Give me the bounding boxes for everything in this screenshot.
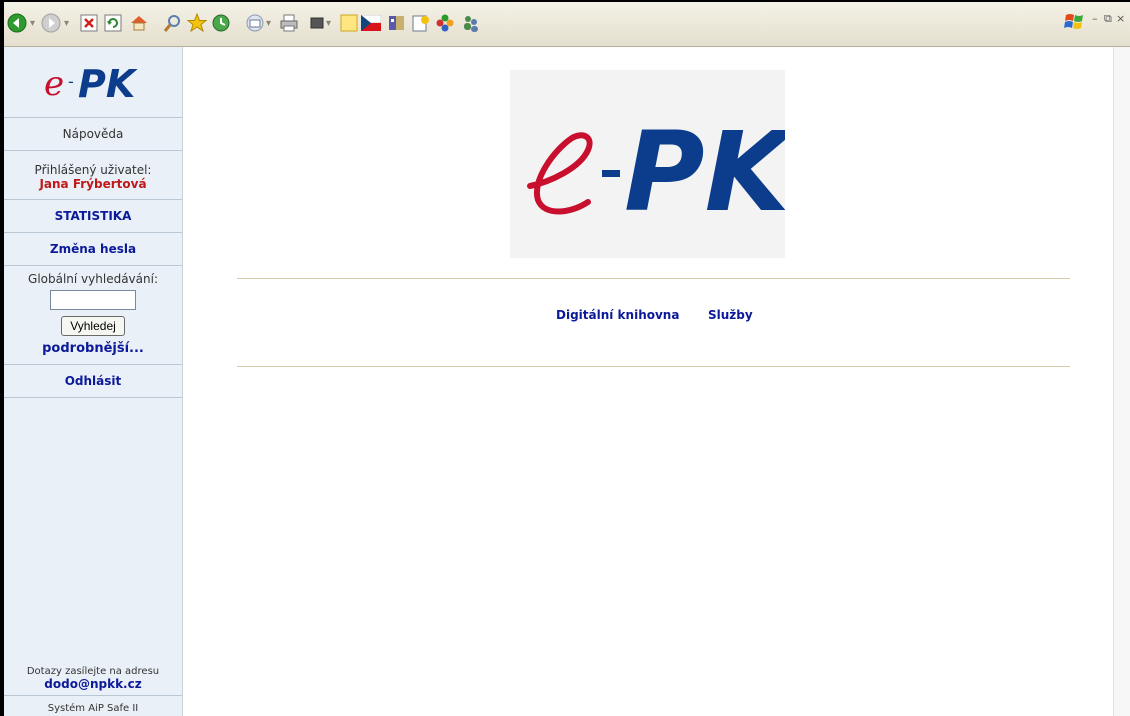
search-label: Globální vyhledávání: [28,272,158,286]
history-icon[interactable] [210,12,232,34]
user-label: Přihlášený uživatel: [34,163,152,177]
search-button[interactable]: Vyhledej [61,316,125,336]
svg-text:PK: PK [78,62,138,106]
close-icon[interactable]: × [1116,12,1125,25]
notes-icon[interactable] [338,12,360,34]
sidebar-footer: Dotazy zasílejte na adresu dodo@npkk.cz … [4,665,182,716]
window-controls: – ⧉ × [1064,12,1125,38]
forward-dropdown-icon[interactable]: ▾ [64,18,69,29]
windows-logo-icon [1064,12,1086,32]
mail-dropdown-icon[interactable]: ▾ [266,18,271,29]
edit-icon[interactable] [306,12,328,34]
back-dropdown-icon[interactable]: ▾ [30,18,35,29]
change-password-link[interactable]: Změna hesla [4,233,182,266]
edit-dropdown-icon[interactable]: ▾ [326,18,331,29]
vertical-scrollbar[interactable] [1113,47,1130,716]
advanced-search-link[interactable]: podrobnější... [4,340,182,358]
back-icon[interactable] [6,12,28,34]
favorites-icon[interactable] [186,12,208,34]
browser-toolbar: ▾ ▾ ▾ ▾ – ⧉ × [4,2,1130,47]
main-logo: PK [510,70,798,258]
home-icon[interactable] [128,12,150,34]
user-name: Jana Frýbertová [39,177,147,191]
system-info: Systém AiP Safe II [47,703,139,714]
stop-icon[interactable] [78,12,100,34]
sidebar: e - PK Nápověda Přihlášený uživatel: Jan… [4,47,183,716]
minimize-icon[interactable]: – [1092,12,1098,25]
statistics-link[interactable]: STATISTIKA [4,200,182,233]
top-divider [237,278,1070,279]
logout-link[interactable]: Odhlásit [4,365,182,398]
book-icon[interactable] [386,12,408,34]
svg-text:e: e [44,64,64,104]
nav-services[interactable]: Služby [708,308,753,322]
svg-text:-: - [68,72,74,91]
contact-email-link[interactable]: dodo@npkk.cz [4,678,182,691]
notepad-icon[interactable] [410,12,432,34]
forward-icon[interactable] [40,12,62,34]
nav-digital-library[interactable]: Digitální knihovna [556,308,679,322]
epk-logo-small: e - PK [44,62,138,106]
users-icon[interactable] [460,12,482,34]
global-search: Globální vyhledávání: Vyhledej podrobněj… [4,266,182,365]
mail-icon[interactable] [244,12,266,34]
contact-info: Dotazy zasílejte na adresu dodo@npkk.cz [4,665,182,696]
search-icon[interactable] [162,12,184,34]
svg-text:PK: PK [624,108,785,236]
epk-logo-large: PK [527,108,798,236]
search-input[interactable] [50,290,136,310]
refresh-icon[interactable] [102,12,124,34]
sidebar-logo[interactable]: e - PK [4,47,182,118]
flag-czech-icon[interactable] [360,12,382,34]
logged-user-info: Přihlášený uživatel: Jana Frýbertová [4,151,182,200]
help-link[interactable]: Nápověda [4,118,182,151]
restore-icon[interactable]: ⧉ [1104,12,1112,26]
print-icon[interactable] [278,12,300,34]
bottom-divider [237,366,1070,367]
flower-icon[interactable] [434,12,456,34]
